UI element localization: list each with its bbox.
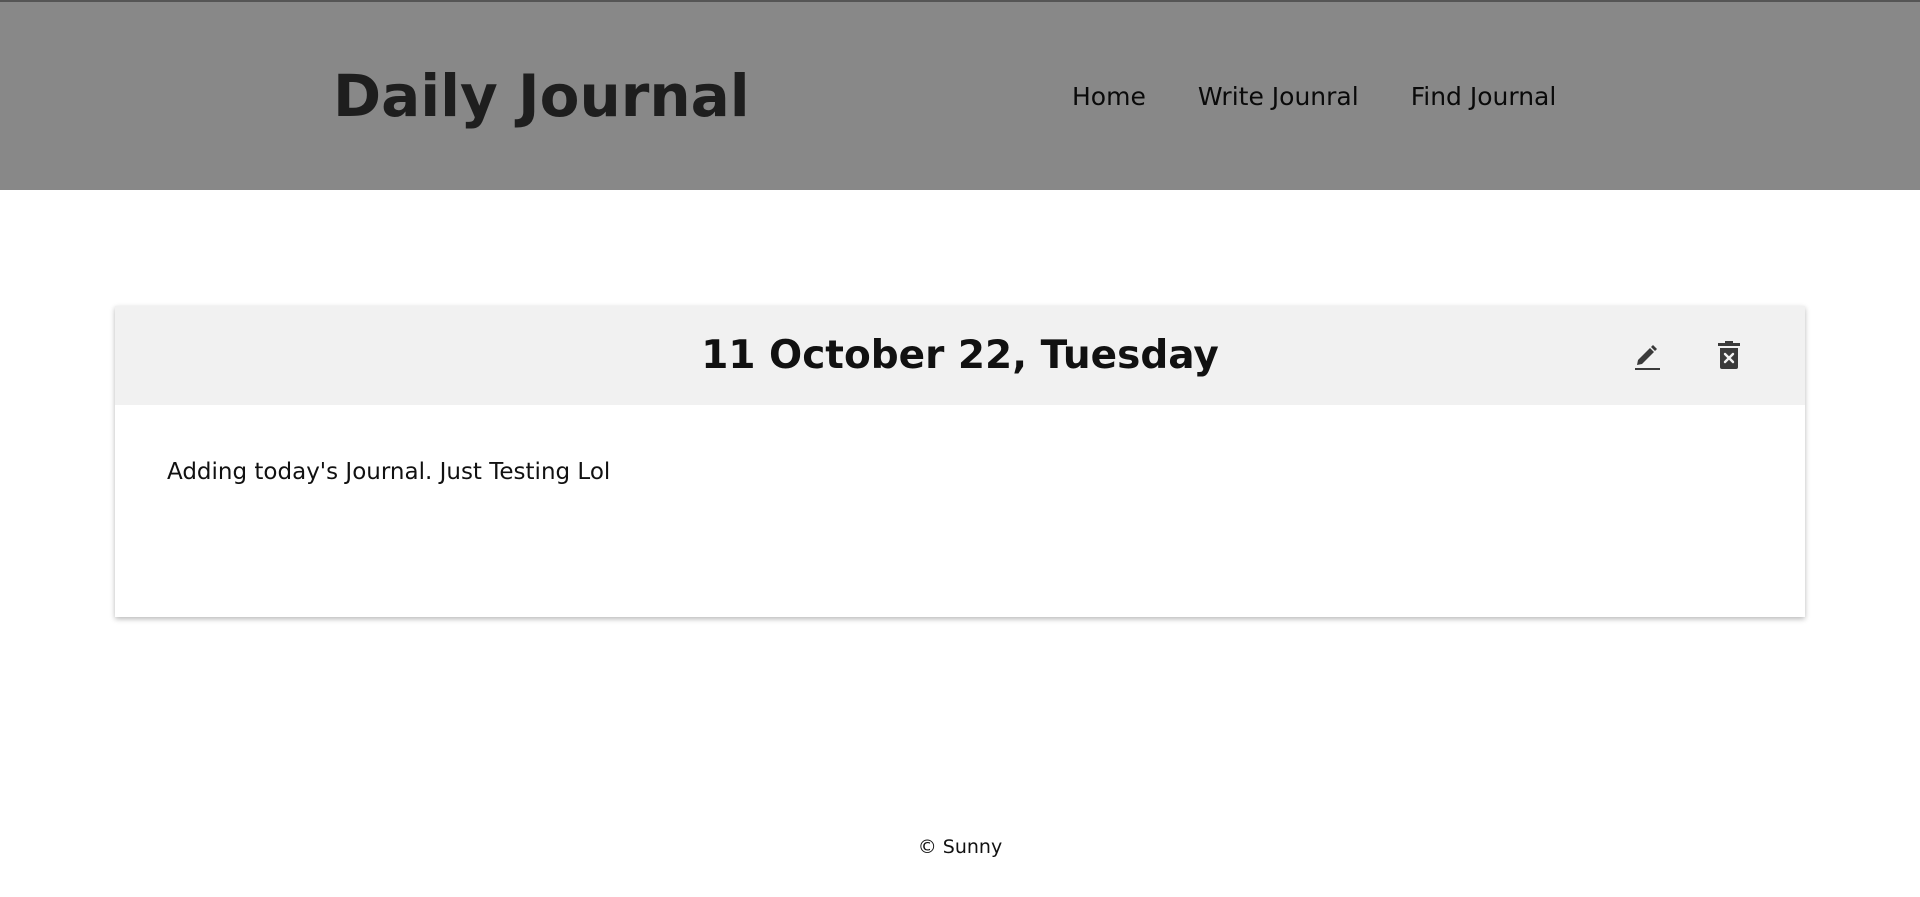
journal-date-title: 11 October 22, Tuesday — [701, 333, 1219, 378]
top-navbar: Daily Journal Home Write Jounral Find Jo… — [0, 0, 1920, 190]
nav-home-link[interactable]: Home — [1072, 82, 1146, 111]
journal-card-header: 11 October 22, Tuesday — [115, 306, 1805, 405]
pencil-icon — [1635, 345, 1660, 370]
nav-write-journal-link[interactable]: Write Jounral — [1198, 82, 1359, 111]
edit-button[interactable] — [1630, 338, 1664, 372]
main-nav: Home Write Jounral Find Journal — [1072, 82, 1556, 111]
delete-button[interactable] — [1712, 338, 1746, 372]
journal-card: 11 October 22, Tuesday Adding today's Jo… — [115, 306, 1805, 617]
footer-copyright: © Sunny — [917, 836, 1003, 858]
nav-find-journal-link[interactable]: Find Journal — [1411, 82, 1557, 111]
journal-entry-body: Adding today's Journal. Just Testing Lol — [167, 459, 611, 485]
brand-title[interactable]: Daily Journal — [333, 62, 750, 130]
trash-icon — [1718, 341, 1740, 369]
